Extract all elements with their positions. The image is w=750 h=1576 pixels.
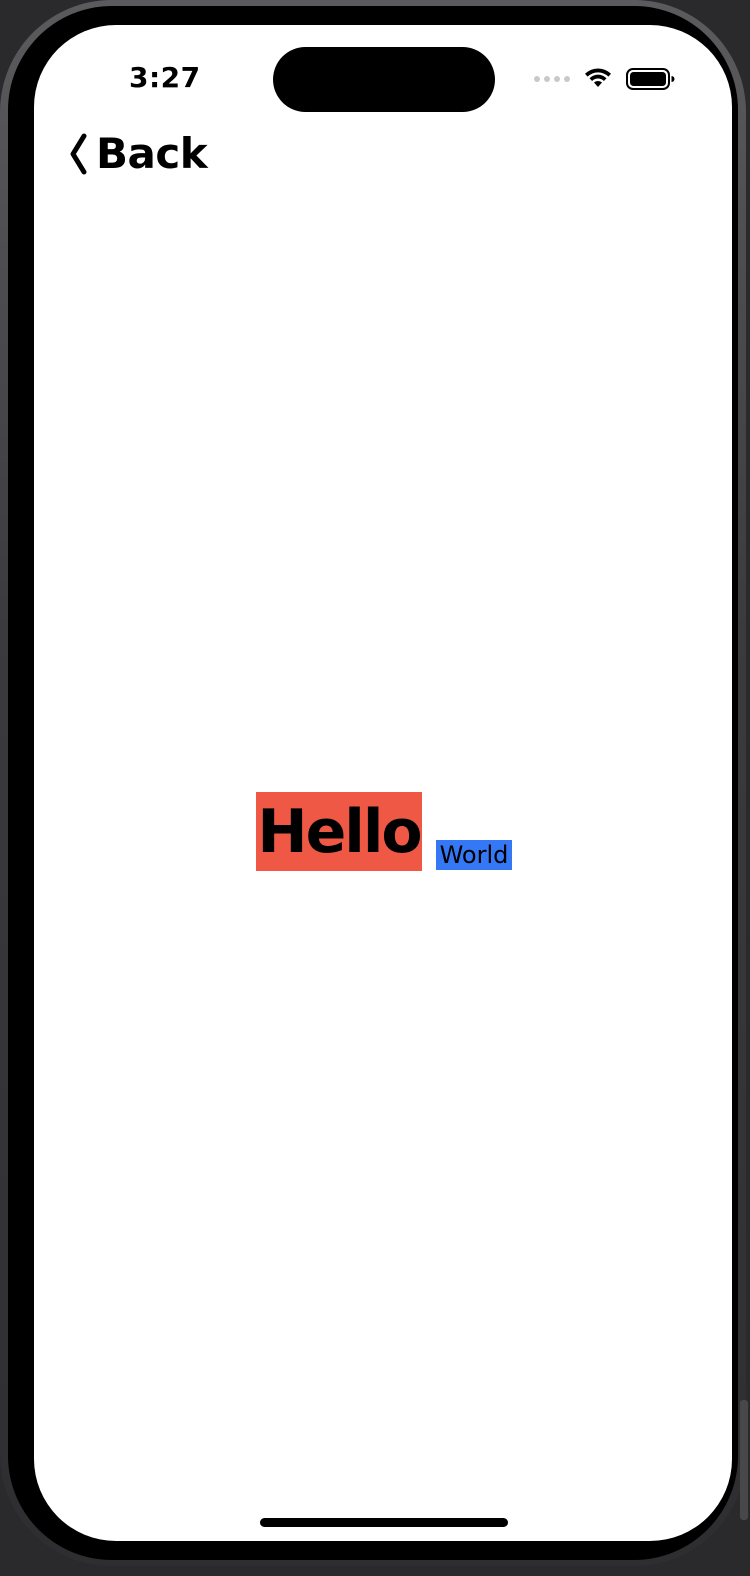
app-screen: 3:27 Back Hello World bbox=[34, 25, 732, 1541]
wifi-icon bbox=[585, 68, 611, 87]
battery-icon bbox=[626, 68, 675, 90]
world-label-box: World bbox=[436, 840, 512, 870]
hello-label-box: Hello bbox=[256, 792, 423, 871]
back-label: Back bbox=[96, 129, 208, 178]
side-button bbox=[740, 1400, 748, 1520]
back-button[interactable]: Back bbox=[68, 129, 208, 178]
home-indicator[interactable] bbox=[260, 1518, 508, 1527]
chevron-left-icon bbox=[70, 133, 87, 174]
hello-text: Hello bbox=[257, 796, 422, 867]
status-time: 3:27 bbox=[129, 61, 201, 94]
dynamic-island bbox=[273, 47, 495, 112]
device-bezel: 3:27 Back Hello World bbox=[8, 6, 738, 1560]
world-text: World bbox=[439, 841, 509, 869]
cellular-signal-icon bbox=[534, 76, 570, 82]
status-icons bbox=[534, 67, 676, 91]
